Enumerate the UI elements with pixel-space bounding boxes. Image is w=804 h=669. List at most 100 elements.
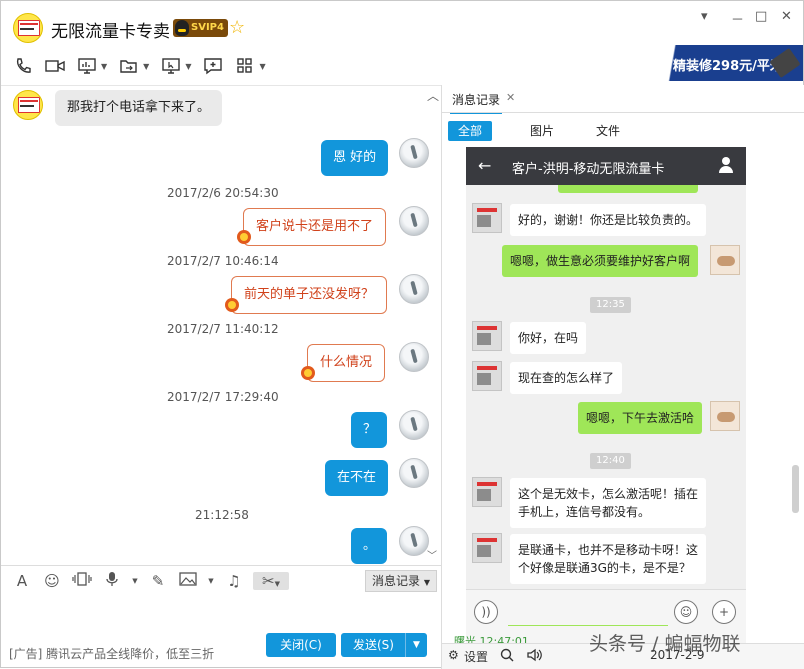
title-bar: 无限流量卡专卖 SVIP4 ☆ ▾ － □ ✕ ▼ ▼ ▼ ▼ 精装修298元/… — [1, 1, 803, 85]
bubble-decoration-icon — [301, 366, 315, 380]
message-bubble[interactable]: 恩 好的 — [321, 140, 389, 176]
gear-icon[interactable]: ⚙ — [448, 648, 459, 662]
chevron-down-icon[interactable]: ▼ — [185, 62, 191, 71]
scroll-down-icon[interactable]: ﹀ — [427, 547, 437, 562]
phone-timestamp: 12:40 — [590, 453, 631, 469]
my-avatar[interactable] — [399, 206, 429, 236]
my-avatar[interactable] — [399, 410, 429, 440]
my-avatar[interactable] — [399, 526, 429, 556]
shake-icon[interactable] — [71, 571, 93, 591]
maximize-button[interactable]: □ — [755, 9, 767, 24]
chevron-down-icon[interactable]: ▼ — [143, 62, 149, 71]
tab-divider — [442, 112, 804, 113]
tab-message-history[interactable]: 消息记录 — [450, 91, 503, 114]
qq-penguin-icon — [175, 20, 189, 36]
add-message-icon[interactable] — [203, 57, 223, 75]
phone-message: 好的，谢谢！你还是比较负责的。 — [510, 204, 707, 236]
video-call-icon[interactable] — [45, 57, 65, 75]
history-scrollbar[interactable] — [792, 465, 799, 513]
send-button[interactable]: 发送(S) ▼ — [341, 633, 427, 657]
my-avatar[interactable] — [399, 458, 429, 488]
message-bubble[interactable]: ？ — [351, 412, 387, 448]
ad-banner[interactable]: 精装修298元/平米 — [663, 45, 803, 81]
font-icon[interactable]: A — [11, 572, 33, 590]
remote-desktop-icon[interactable] — [161, 57, 181, 75]
close-chat-button[interactable]: 关闭(C) — [266, 633, 336, 657]
message-bubble[interactable]: 那我打个电话拿下来了。 — [55, 90, 223, 126]
search-icon[interactable] — [500, 648, 514, 665]
pen-icon[interactable]: ✎ — [147, 572, 169, 590]
bubble-decoration-icon — [237, 230, 251, 244]
filter-files[interactable]: 文件 — [586, 121, 630, 141]
message-timestamp: 2017/2/6 20:54:30 — [167, 186, 279, 200]
phone-my-avatar — [710, 245, 740, 275]
svip-badge[interactable]: SVIP4 — [173, 19, 228, 37]
my-avatar[interactable] — [399, 138, 429, 168]
my-avatar[interactable] — [399, 274, 429, 304]
message-timestamp: 21:12:58 — [195, 508, 249, 522]
close-window-button[interactable]: ✕ — [781, 9, 792, 24]
chevron-down-icon[interactable]: ▼ — [207, 577, 215, 585]
chevron-down-icon[interactable]: ▼ — [259, 62, 265, 71]
plus-icon: + — [712, 600, 736, 624]
collapse-icon[interactable]: ▾ — [701, 9, 708, 24]
message-bubble[interactable]: 在不在 — [325, 460, 389, 496]
message-bubble[interactable]: 客户说卡还是用不了 — [243, 208, 387, 246]
collapse-up-icon[interactable]: ︿ — [427, 87, 439, 104]
emoji-icon: ☺ — [674, 600, 698, 624]
contact-avatar[interactable] — [13, 90, 43, 120]
filter-all[interactable]: 全部 — [448, 121, 492, 141]
phone-contact-avatar — [472, 321, 502, 351]
settings-label[interactable]: 设置 — [464, 648, 488, 665]
watermark-text: 头条号 / 蝙蝠物联 — [589, 633, 741, 655]
apps-grid-icon[interactable] — [235, 57, 255, 75]
message-bubble[interactable]: 。 — [351, 528, 387, 564]
message-timestamp: 2017/2/7 11:40:12 — [167, 322, 279, 336]
phone-contact-avatar — [472, 533, 502, 563]
close-tab-icon[interactable]: ✕ — [506, 91, 515, 104]
chat-message-area[interactable]: 那我打个电话拿下来了。 恩 好的 2017/2/6 20:54:30 客户说卡还… — [1, 85, 441, 565]
phone-message: 你好，在吗 — [510, 322, 587, 354]
filter-images[interactable]: 图片 — [520, 121, 564, 141]
minimize-button[interactable]: － — [731, 9, 744, 28]
chat-window: 无限流量卡专卖 SVIP4 ☆ ▾ － □ ✕ ▼ ▼ ▼ ▼ 精装修298元/… — [0, 0, 804, 669]
message-bubble[interactable]: 什么情况 — [307, 344, 386, 382]
star-icon[interactable]: ☆ — [229, 17, 245, 38]
phone-message-fragment — [558, 185, 698, 193]
image-icon[interactable] — [177, 571, 199, 591]
chat-toolbar: ▼ ▼ ▼ ▼ — [13, 55, 266, 77]
phone-input-line — [508, 625, 668, 626]
voice-icon[interactable] — [101, 571, 123, 591]
screen-share-icon[interactable] — [77, 57, 97, 75]
phone-chat-title: 客户-洪明-移动无限流量卡 — [512, 162, 665, 177]
chevron-down-icon[interactable]: ▼ — [101, 62, 107, 71]
chevron-down-icon[interactable]: ▼ — [405, 633, 427, 657]
history-panel: 消息记录 ✕ 全部 图片 文件 ← 客户-洪明-移动无限流量卡 好的，谢谢！你还… — [442, 85, 804, 669]
shared-screenshot-image[interactable]: ← 客户-洪明-移动无限流量卡 好的，谢谢！你还是比较负责的。 嗯嗯，做生意必须… — [466, 147, 746, 643]
contact-avatar[interactable] — [13, 13, 43, 43]
phone-contact-avatar — [472, 203, 502, 233]
speaker-icon[interactable] — [526, 648, 542, 665]
file-transfer-icon[interactable] — [119, 57, 139, 75]
emoji-icon[interactable]: ☺ — [41, 572, 63, 590]
phone-contact-avatar — [472, 361, 502, 391]
contact-title[interactable]: 无限流量卡专卖 — [51, 17, 170, 42]
bubble-decoration-icon — [225, 298, 239, 312]
phone-message: 嗯嗯，做生意必须要维护好客户啊 — [502, 245, 699, 277]
message-history-button[interactable]: 消息记录 ▼ — [365, 570, 437, 592]
phone-message: 嗯嗯，下午去激活哈 — [578, 402, 703, 434]
phone-message: 这个是无效卡，怎么激活呢！插在 手机上，连信号都没有。 — [510, 478, 707, 528]
music-icon[interactable]: ♫ — [223, 572, 245, 590]
ad-text-link[interactable]: [广告] 腾讯云产品全线降价，低至三折 — [9, 645, 214, 662]
message-timestamp: 2017/2/7 10:46:14 — [167, 254, 279, 268]
ad-banner-text: 精装修298元/平米 — [673, 59, 783, 74]
phone-header: ← 客户-洪明-移动无限流量卡 — [466, 147, 746, 185]
phone-my-avatar — [710, 401, 740, 431]
screenshot-scissors-icon[interactable]: ✂▼ — [253, 571, 289, 590]
phone-timestamp: 12:35 — [590, 297, 631, 313]
phone-message: 是联通卡，也并不是移动卡呀！这 个好像是联通3G的卡，是不是？ — [510, 534, 707, 584]
my-avatar[interactable] — [399, 342, 429, 372]
phone-icon[interactable] — [13, 57, 33, 75]
chevron-down-icon[interactable]: ▼ — [131, 577, 139, 585]
message-bubble[interactable]: 前天的单子还没发呀？ — [231, 276, 388, 314]
